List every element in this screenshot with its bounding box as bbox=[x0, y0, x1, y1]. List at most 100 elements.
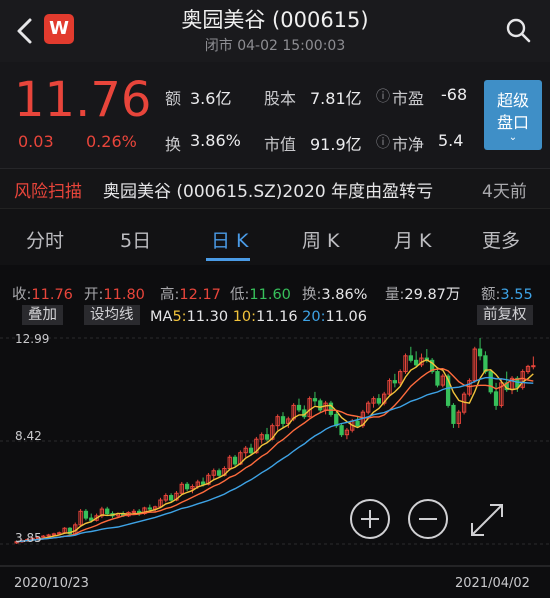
field-value-share-capital: 7.81亿 bbox=[310, 89, 362, 108]
header-bar: W 奥园美谷 (000615) 闭市 04-02 15:00:03 bbox=[0, 0, 550, 62]
search-icon[interactable] bbox=[504, 16, 532, 44]
candle bbox=[403, 353, 408, 374]
x-tick-start: 2020/10/23 bbox=[14, 576, 89, 591]
ma10-line bbox=[16, 367, 534, 543]
candle bbox=[387, 378, 392, 397]
field-value-amount: 3.6亿 bbox=[190, 89, 232, 108]
y-tick-high: 12.99 bbox=[15, 332, 50, 346]
candle bbox=[451, 403, 456, 428]
candle bbox=[323, 400, 328, 415]
candle bbox=[493, 382, 499, 410]
candle bbox=[371, 396, 376, 408]
candle bbox=[184, 482, 190, 492]
stat-high: 高:12.17 bbox=[160, 287, 221, 303]
tab-intraday[interactable]: 分时 bbox=[26, 226, 64, 253]
ma20-line bbox=[16, 376, 534, 543]
stat-turnover: 换:3.86% bbox=[302, 287, 368, 303]
candle bbox=[328, 400, 334, 417]
candle bbox=[83, 509, 89, 521]
candle bbox=[344, 427, 350, 440]
candle bbox=[509, 376, 515, 395]
risk-tag: 风险扫描 bbox=[14, 182, 82, 202]
field-label-pe: 市盈 bbox=[392, 89, 425, 108]
candle bbox=[435, 369, 440, 388]
stat-close: 收:11.76 bbox=[12, 287, 73, 303]
tab-daily-k[interactable]: 日 K bbox=[211, 226, 249, 253]
candle bbox=[477, 338, 483, 361]
candle bbox=[408, 346, 413, 363]
tab-weekly-k[interactable]: 周 K bbox=[302, 226, 340, 253]
candle bbox=[78, 509, 83, 526]
candle bbox=[414, 351, 419, 368]
tab-5day[interactable]: 5日 bbox=[120, 226, 151, 253]
candle bbox=[456, 409, 461, 428]
candle bbox=[190, 484, 195, 494]
ma-legend: MA5:11.30 10:11.16 20:11.06 bbox=[150, 309, 368, 325]
page-title: 奥园美谷 (000615) bbox=[181, 8, 369, 32]
candle bbox=[531, 356, 536, 370]
news-time: 4天前 bbox=[482, 182, 527, 202]
candle bbox=[163, 493, 168, 503]
candle bbox=[488, 369, 493, 395]
info-icon[interactable]: ⓘ bbox=[376, 132, 390, 152]
field-value-market-cap: 91.9亿 bbox=[310, 135, 362, 154]
y-tick-mid: 8.42 bbox=[15, 429, 42, 443]
price-change: 0.03 bbox=[18, 132, 54, 151]
minus-icon bbox=[419, 518, 437, 520]
candle bbox=[472, 346, 477, 383]
field-label-market-cap: 市值 bbox=[264, 135, 297, 154]
field-label-pb: 市净 bbox=[392, 135, 425, 154]
candle bbox=[248, 443, 254, 455]
last-price: 11.76 bbox=[14, 72, 152, 128]
stat-volume: 量:29.87万 bbox=[385, 287, 461, 303]
candle bbox=[366, 400, 371, 415]
set-ma-button[interactable]: 设均线 bbox=[84, 305, 140, 325]
price-change-pct: 0.26% bbox=[86, 132, 137, 151]
plus-icon bbox=[361, 510, 379, 528]
adjust-button[interactable]: 前复权 bbox=[477, 305, 533, 325]
zoom-in-button[interactable] bbox=[350, 499, 390, 539]
field-value-pb: 5.4 bbox=[438, 131, 464, 150]
market-status: 闭市 04-02 15:00:03 bbox=[204, 38, 346, 54]
candle bbox=[275, 414, 280, 431]
candle bbox=[280, 412, 286, 428]
candle bbox=[525, 364, 531, 374]
field-value-pe: -68 bbox=[441, 85, 468, 104]
stat-amount: 额:3.55 bbox=[481, 287, 533, 303]
candle bbox=[440, 373, 445, 388]
chevron-down-icon: ⌄ bbox=[508, 132, 518, 143]
super-button-line2: 盘口 bbox=[496, 113, 529, 132]
fullscreen-icon[interactable] bbox=[466, 499, 508, 541]
info-icon[interactable]: ⓘ bbox=[376, 86, 390, 106]
super-orderbook-button[interactable]: 超级 盘口 ⌄ bbox=[484, 80, 542, 150]
super-button-line1: 超级 bbox=[496, 91, 529, 110]
candle bbox=[259, 432, 264, 444]
candle bbox=[520, 369, 525, 390]
candle bbox=[179, 482, 184, 495]
candle bbox=[296, 398, 302, 413]
stat-open: 开:11.80 bbox=[84, 287, 145, 303]
field-label-amount: 额 bbox=[165, 89, 182, 108]
candle bbox=[243, 445, 248, 458]
candle bbox=[461, 391, 467, 415]
field-label-share-capital: 股本 bbox=[264, 89, 297, 108]
candle bbox=[105, 506, 110, 516]
candle bbox=[211, 468, 216, 480]
tab-monthly-k[interactable]: 月 K bbox=[394, 226, 432, 253]
candle bbox=[264, 427, 270, 442]
period-tabs bbox=[0, 208, 550, 265]
candle bbox=[398, 369, 403, 386]
candle bbox=[302, 405, 307, 419]
zoom-out-button[interactable] bbox=[408, 499, 448, 539]
y-tick-low: 3.85 bbox=[15, 531, 42, 545]
candle bbox=[376, 394, 382, 406]
candle bbox=[312, 391, 318, 406]
news-headline[interactable]: 奥园美谷 (000615.SZ)2020 年度由盈转亏 bbox=[103, 177, 433, 202]
field-label-turnover: 换 bbox=[165, 135, 182, 154]
stat-low: 低:11.60 bbox=[230, 287, 291, 303]
overlay-button[interactable]: 叠加 bbox=[22, 305, 63, 325]
candle bbox=[339, 423, 344, 437]
candle bbox=[232, 454, 238, 467]
tab-more[interactable]: 更多 bbox=[482, 226, 520, 253]
candle bbox=[419, 353, 424, 368]
